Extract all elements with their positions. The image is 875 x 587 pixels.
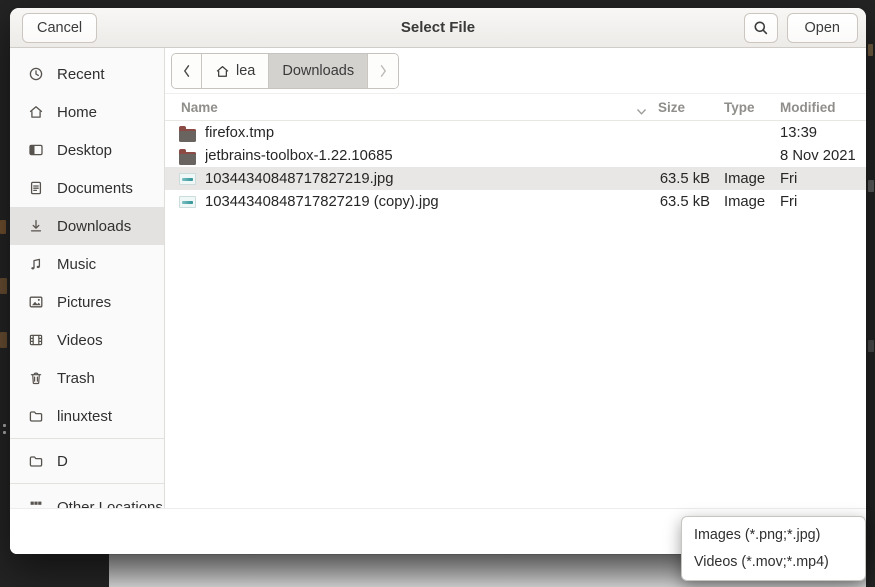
image-thumb-icon — [179, 196, 196, 208]
file-name: 10344340848717827219.jpg — [205, 171, 644, 187]
table-row[interactable]: 10344340848717827219 (copy).jpg 63.5 kB … — [165, 190, 866, 213]
chevron-down-icon — [636, 104, 647, 112]
column-headers: Name Size Type Modified — [165, 94, 866, 121]
sidebar-item-label: Videos — [57, 332, 103, 349]
file-list: firefox.tmp 13:39 jetbrains-toolbox-1.22… — [165, 121, 866, 508]
sidebar-item-trash[interactable]: Trash — [10, 359, 164, 397]
background-artifact — [868, 340, 874, 352]
filter-option[interactable]: Images (*.png;*.jpg) — [682, 521, 865, 549]
music-icon — [28, 256, 44, 272]
sidebar-item-videos[interactable]: Videos — [10, 321, 164, 359]
sidebar-item-home[interactable]: Home — [10, 93, 164, 131]
dialog-body: Recent Home Desktop Documents Downloads … — [10, 48, 866, 508]
breadcrumb-current[interactable]: Downloads — [269, 54, 368, 88]
clock-icon — [28, 66, 44, 82]
column-header-modified[interactable]: Modified — [772, 100, 866, 115]
chevron-left-icon — [182, 64, 191, 78]
file-modified: 13:39 — [772, 125, 866, 141]
desktop-backdrop: { "window": { "title": "Select File", "c… — [0, 0, 875, 587]
file-name: 10344340848717827219 (copy).jpg — [205, 194, 644, 210]
breadcrumb-home-label: lea — [236, 63, 255, 79]
image-thumb-icon — [179, 173, 196, 185]
trash-icon — [28, 370, 44, 386]
sidebar-separator — [10, 438, 164, 439]
sidebar-item-label: Music — [57, 256, 96, 273]
desktop-icon — [28, 142, 44, 158]
pathbar: lea Downloads — [165, 48, 866, 94]
sidebar-item-music[interactable]: Music — [10, 245, 164, 283]
cancel-button[interactable]: Cancel — [22, 13, 97, 43]
file-size: 63.5 kB — [644, 194, 710, 210]
file-size: 63.5 kB — [644, 171, 710, 187]
background-artifact — [868, 180, 874, 192]
home-icon — [28, 104, 44, 120]
picture-icon — [28, 294, 44, 310]
sidebar-item-label: Downloads — [57, 218, 131, 235]
sidebar-item-desktop[interactable]: Desktop — [10, 131, 164, 169]
file-modified: Fri — [772, 171, 866, 187]
folder-icon — [28, 408, 44, 424]
sidebar-item-other-locations[interactable]: Other Locations — [10, 488, 164, 508]
file-name: firefox.tmp — [205, 125, 644, 141]
sidebar-item-label: Home — [57, 104, 97, 121]
column-header-name[interactable]: Name — [165, 100, 644, 115]
file-chooser-dialog: Cancel Select File Open Recent Home Desk… — [10, 8, 866, 554]
background-artifact — [3, 424, 6, 427]
sidebar-item-label: Other Locations — [57, 499, 163, 509]
file-modified: Fri — [772, 194, 866, 210]
background-artifact — [0, 220, 6, 234]
magnifier-icon — [753, 20, 769, 36]
dialog-title: Select File — [401, 19, 475, 36]
sidebar-item-downloads[interactable]: Downloads — [10, 207, 164, 245]
file-pane: lea Downloads Name Size — [165, 48, 866, 508]
file-type: Image — [710, 194, 772, 210]
download-icon — [28, 218, 44, 234]
document-icon — [28, 180, 44, 196]
sidebar-item-label: Pictures — [57, 294, 111, 311]
sidebar: Recent Home Desktop Documents Downloads … — [10, 48, 165, 508]
sidebar-item-linuxtest[interactable]: linuxtest — [10, 397, 164, 435]
background-artifact — [0, 278, 7, 294]
table-row[interactable]: 10344340848717827219.jpg 63.5 kB Image F… — [165, 167, 866, 190]
folder-icon — [28, 453, 44, 469]
table-row[interactable]: jetbrains-toolbox-1.22.10685 8 Nov 2021 — [165, 144, 866, 167]
folder-icon — [179, 126, 196, 140]
filter-option[interactable]: Videos (*.mov;*.mp4) — [682, 549, 865, 577]
table-row[interactable]: firefox.tmp 13:39 — [165, 121, 866, 144]
background-artifact — [0, 332, 7, 348]
file-modified: 8 Nov 2021 — [772, 148, 866, 164]
column-header-size[interactable]: Size — [644, 100, 710, 115]
sidebar-item-recent[interactable]: Recent — [10, 55, 164, 93]
folder-icon — [179, 149, 196, 163]
sidebar-item-label: Recent — [57, 66, 105, 83]
chevron-right-icon — [379, 64, 388, 78]
sidebar-list: Recent Home Desktop Documents Downloads … — [10, 55, 164, 508]
breadcrumb-home[interactable]: lea — [202, 54, 269, 88]
column-header-type[interactable]: Type — [710, 100, 772, 115]
headerbar: Cancel Select File Open — [10, 8, 866, 48]
film-icon — [28, 332, 44, 348]
sidebar-item-label: Documents — [57, 180, 133, 197]
background-artifact — [3, 431, 6, 434]
sidebar-item-d[interactable]: D — [10, 442, 164, 480]
file-filter-popup: Images (*.png;*.jpg) Videos (*.mov;*.mp4… — [681, 516, 866, 581]
sidebar-item-pictures[interactable]: Pictures — [10, 283, 164, 321]
breadcrumb-current-label: Downloads — [282, 63, 354, 79]
search-button[interactable] — [744, 13, 778, 43]
breadcrumb: lea Downloads — [171, 53, 399, 89]
sidebar-item-label: D — [57, 453, 68, 470]
file-name: jetbrains-toolbox-1.22.10685 — [205, 148, 644, 164]
forward-button[interactable] — [368, 54, 398, 88]
home-icon — [215, 64, 230, 79]
sidebar-item-label: Desktop — [57, 142, 112, 159]
other-locations-icon — [28, 499, 44, 508]
sidebar-separator — [10, 483, 164, 484]
back-button[interactable] — [172, 54, 202, 88]
background-artifact — [868, 44, 873, 56]
sidebar-item-label: linuxtest — [57, 408, 112, 425]
sidebar-item-label: Trash — [57, 370, 95, 387]
open-button[interactable]: Open — [787, 13, 858, 43]
file-type: Image — [710, 171, 772, 187]
sidebar-item-documents[interactable]: Documents — [10, 169, 164, 207]
